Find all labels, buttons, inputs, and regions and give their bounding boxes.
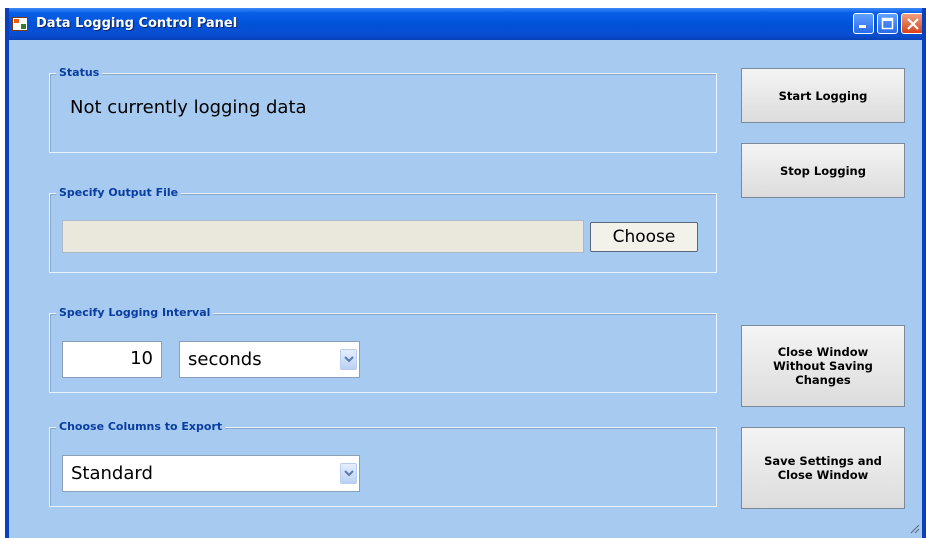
choose-file-button[interactable]: Choose — [590, 222, 698, 252]
resize-grip-icon[interactable] — [908, 522, 920, 534]
window-title: Data Logging Control Panel — [36, 16, 238, 31]
app-icon[interactable] — [12, 17, 28, 31]
data-logging-window: Data Logging Control Panel Status Not cu… — [5, 8, 926, 538]
save-and-close-label: Save Settings and Close Window — [764, 454, 882, 482]
interval-unit-value: seconds — [188, 349, 262, 370]
chevron-down-icon — [344, 470, 354, 477]
stop-logging-label: Stop Logging — [780, 163, 866, 178]
output-file-group: Specify Output File Choose — [49, 186, 717, 273]
maximize-button[interactable] — [877, 13, 898, 34]
export-columns-legend: Choose Columns to Export — [56, 420, 226, 433]
start-logging-button[interactable]: Start Logging — [741, 68, 905, 123]
close-icon — [907, 18, 919, 30]
output-file-legend: Specify Output File — [56, 186, 182, 199]
output-file-path-field[interactable] — [62, 220, 584, 253]
minimize-button[interactable] — [853, 13, 874, 34]
export-columns-value: Standard — [71, 463, 153, 484]
export-columns-dropdown-button[interactable] — [340, 463, 357, 484]
close-button[interactable] — [901, 13, 922, 34]
title-bar[interactable]: Data Logging Control Panel — [9, 8, 922, 40]
start-logging-label: Start Logging — [778, 88, 868, 103]
stop-logging-button[interactable]: Stop Logging — [741, 143, 905, 198]
export-columns-group: Choose Columns to Export Standard — [49, 420, 717, 507]
chevron-down-icon — [344, 356, 354, 363]
interval-value-input[interactable]: 10 — [62, 341, 162, 378]
maximize-icon — [881, 17, 894, 30]
minimize-icon — [859, 25, 866, 28]
status-legend: Status — [56, 66, 103, 79]
interval-unit-select[interactable]: seconds — [179, 341, 360, 378]
export-columns-select[interactable]: Standard — [62, 455, 360, 492]
save-and-close-button[interactable]: Save Settings and Close Window — [741, 427, 905, 509]
close-without-saving-button[interactable]: Close Window Without Saving Changes — [741, 325, 905, 407]
close-without-saving-label: Close Window Without Saving Changes — [773, 345, 873, 387]
logging-interval-legend: Specify Logging Interval — [56, 306, 214, 319]
logging-interval-group: Specify Logging Interval 10 seconds — [49, 306, 717, 393]
status-group: Status Not currently logging data — [49, 66, 717, 153]
status-message: Not currently logging data — [70, 97, 307, 118]
interval-unit-dropdown-button[interactable] — [340, 349, 357, 370]
